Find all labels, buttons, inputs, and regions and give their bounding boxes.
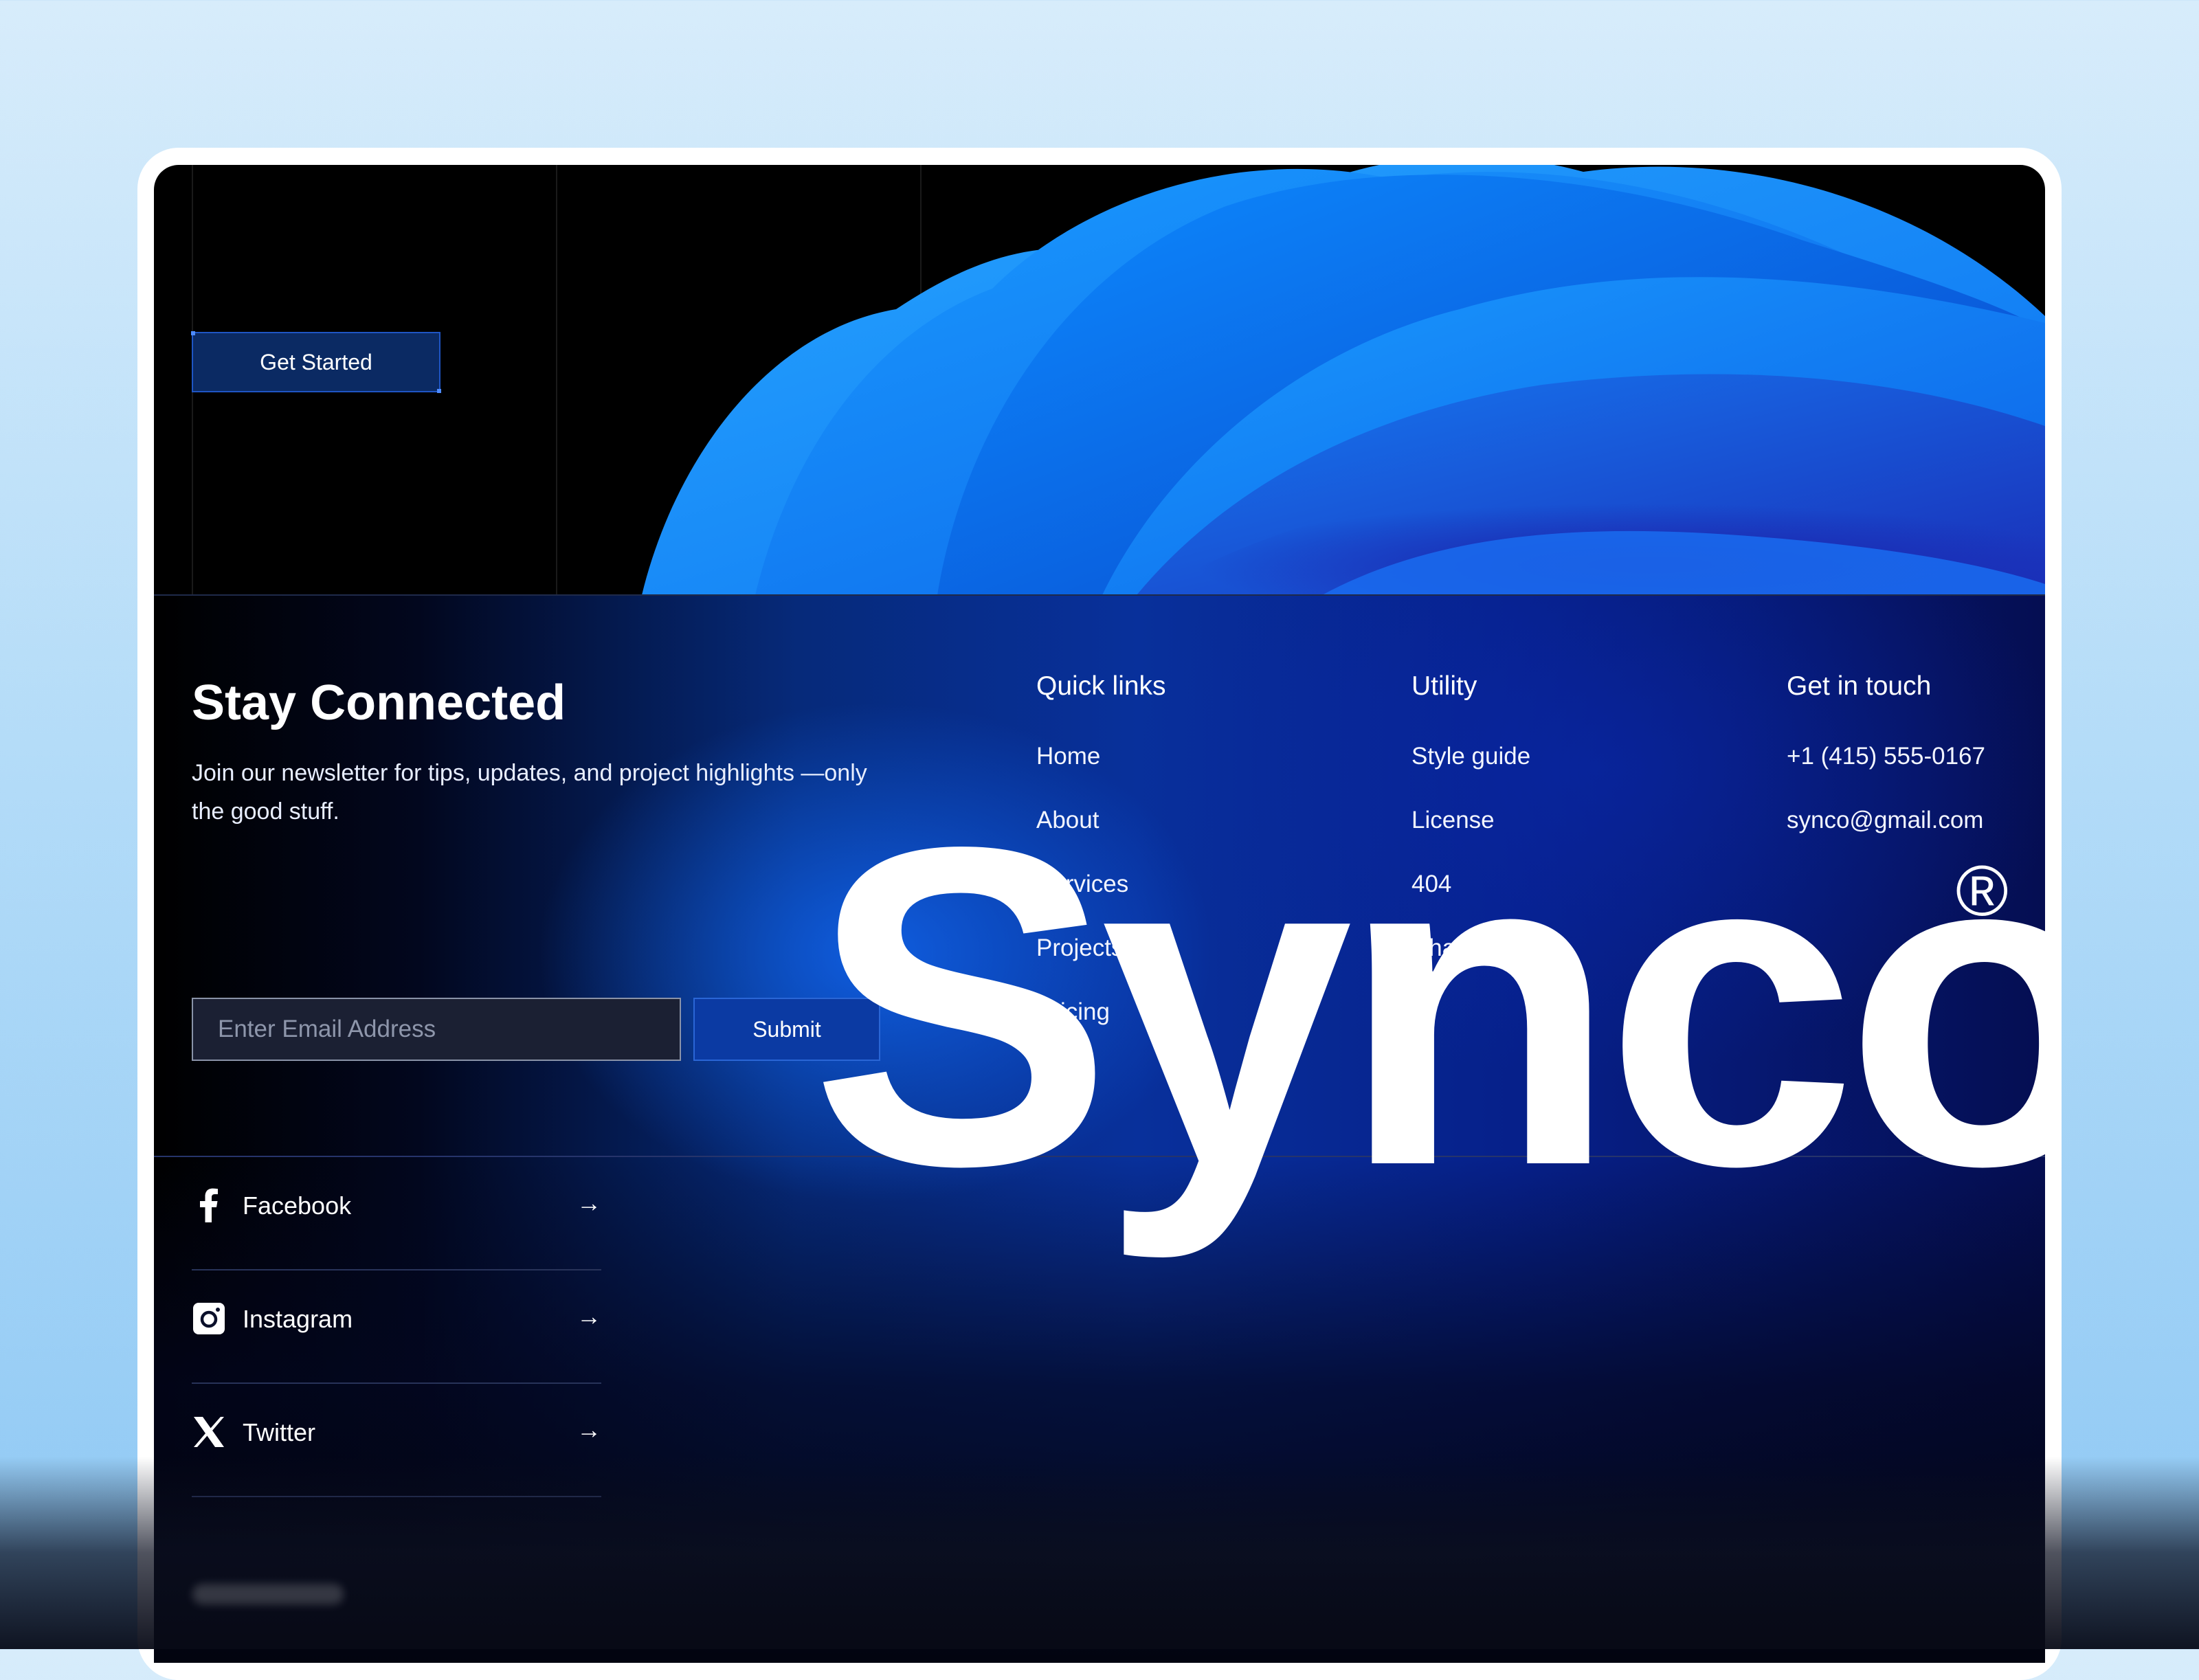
arrow-right-icon: → [577, 1189, 601, 1217]
bottom-fade-overlay [0, 1457, 2199, 1649]
facebook-icon [200, 1188, 218, 1222]
social-link-instagram[interactable]: Instagram → [192, 1270, 601, 1384]
column-title: Get in touch [1787, 671, 1932, 701]
social-link-facebook[interactable]: Facebook → [192, 1157, 601, 1270]
x-twitter-icon [194, 1417, 224, 1447]
registered-mark: ® [1956, 851, 2009, 931]
social-label: Instagram [243, 1305, 353, 1333]
column-title: Quick links [1036, 671, 1166, 701]
social-label: Facebook [243, 1191, 352, 1220]
newsletter-title: Stay Connected [192, 675, 566, 730]
instagram-icon [193, 1303, 225, 1334]
social-label: Twitter [243, 1418, 316, 1446]
arrow-right-icon: → [577, 1415, 601, 1444]
newsletter-description: Join our newsletter for tips, updates, a… [192, 760, 867, 825]
arrow-right-icon: → [577, 1302, 601, 1330]
brand-wordmark: Synco [810, 753, 2045, 1259]
blurred-social-row [192, 1584, 344, 1604]
website-viewport: Get Started Stay Connected Join our news… [154, 165, 2045, 1663]
column-title: Utility [1411, 671, 1477, 701]
email-input[interactable] [192, 998, 681, 1061]
get-started-button[interactable]: Get Started [191, 331, 441, 393]
